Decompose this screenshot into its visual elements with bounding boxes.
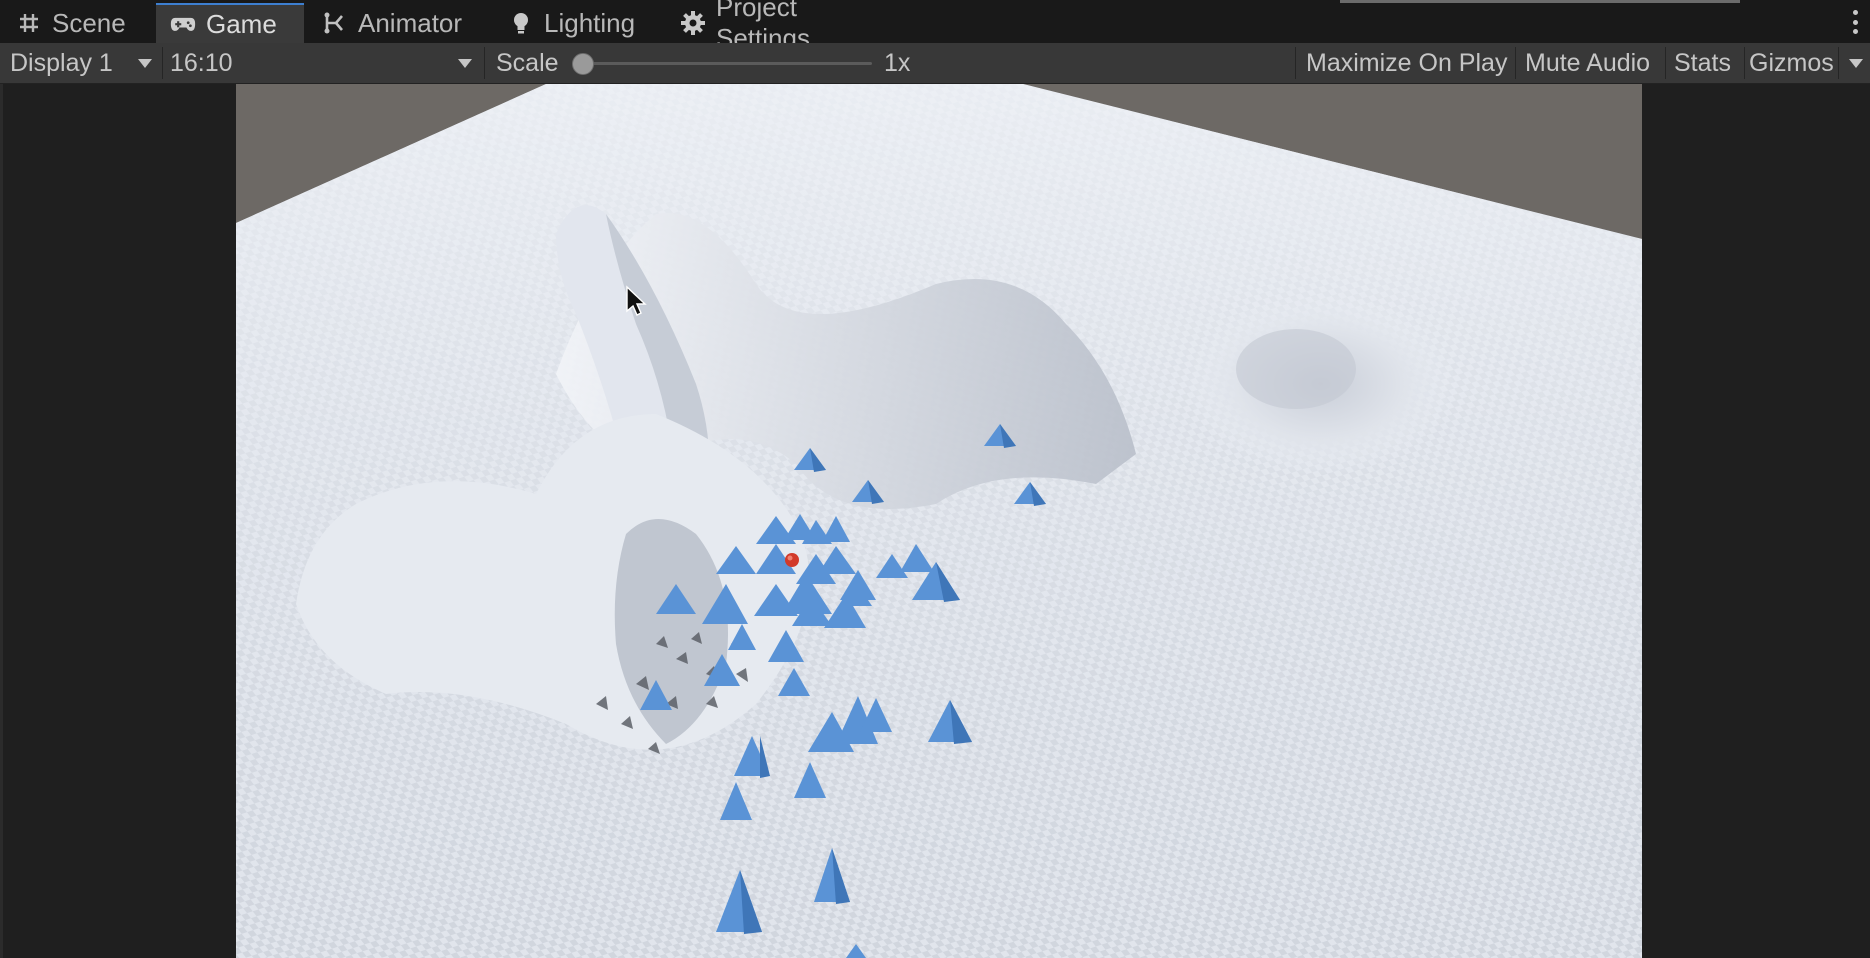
display-dropdown[interactable]: Display 1: [10, 43, 160, 83]
game-viewport[interactable]: [236, 84, 1642, 958]
grid-icon: [16, 10, 42, 36]
gizmos-toggle[interactable]: Gizmos: [1749, 43, 1839, 83]
tab-label: Scene: [52, 7, 126, 38]
tab-animator[interactable]: Animator: [310, 3, 475, 43]
gear-icon: [680, 10, 706, 36]
window-edge: [1340, 0, 1740, 3]
divider: [484, 47, 485, 79]
tab-game[interactable]: Game: [156, 3, 304, 43]
tab-project-settings[interactable]: Project Settings: [666, 0, 906, 53]
scale-slider[interactable]: [578, 62, 872, 65]
divider: [1515, 47, 1516, 79]
mute-audio-toggle[interactable]: Mute Audio: [1525, 43, 1665, 83]
red-ball: [785, 553, 799, 567]
divider: [1744, 47, 1745, 79]
aspect-dropdown[interactable]: 16:10: [170, 43, 480, 83]
animator-icon: [324, 10, 348, 36]
tab-label: Game: [206, 8, 277, 39]
chevron-down-icon: [458, 59, 472, 68]
aspect-value: 16:10: [170, 48, 233, 77]
tab-lighting[interactable]: Lighting: [494, 3, 654, 43]
gamepad-icon: [170, 11, 196, 37]
game-toolbar: Display 1 16:10 Scale 1x Maximize On Pla…: [0, 43, 1870, 84]
display-value: Display 1: [10, 48, 113, 77]
panel-edge: [0, 84, 3, 958]
gizmos-dropdown-icon[interactable]: [1849, 59, 1863, 68]
maximize-on-play-toggle[interactable]: Maximize On Play: [1306, 43, 1516, 83]
chevron-down-icon: [138, 59, 152, 68]
tab-label: Lighting: [544, 7, 636, 38]
divider: [1838, 47, 1839, 79]
divider: [162, 47, 163, 79]
scale-slider-thumb[interactable]: [572, 53, 594, 75]
scale-value: 1x: [884, 48, 911, 77]
tab-scene[interactable]: Scene: [2, 3, 152, 43]
stats-toggle[interactable]: Stats: [1674, 43, 1744, 83]
divider: [1665, 47, 1666, 79]
tab-bar: Scene Game Animator Lighting Project Set…: [0, 0, 1870, 53]
tab-label: Animator: [358, 7, 463, 38]
scale-label: Scale: [496, 48, 559, 77]
lightbulb-icon: [508, 10, 534, 36]
divider: [1295, 47, 1296, 79]
more-options-icon[interactable]: [1852, 10, 1858, 34]
game-render: [236, 84, 1642, 958]
